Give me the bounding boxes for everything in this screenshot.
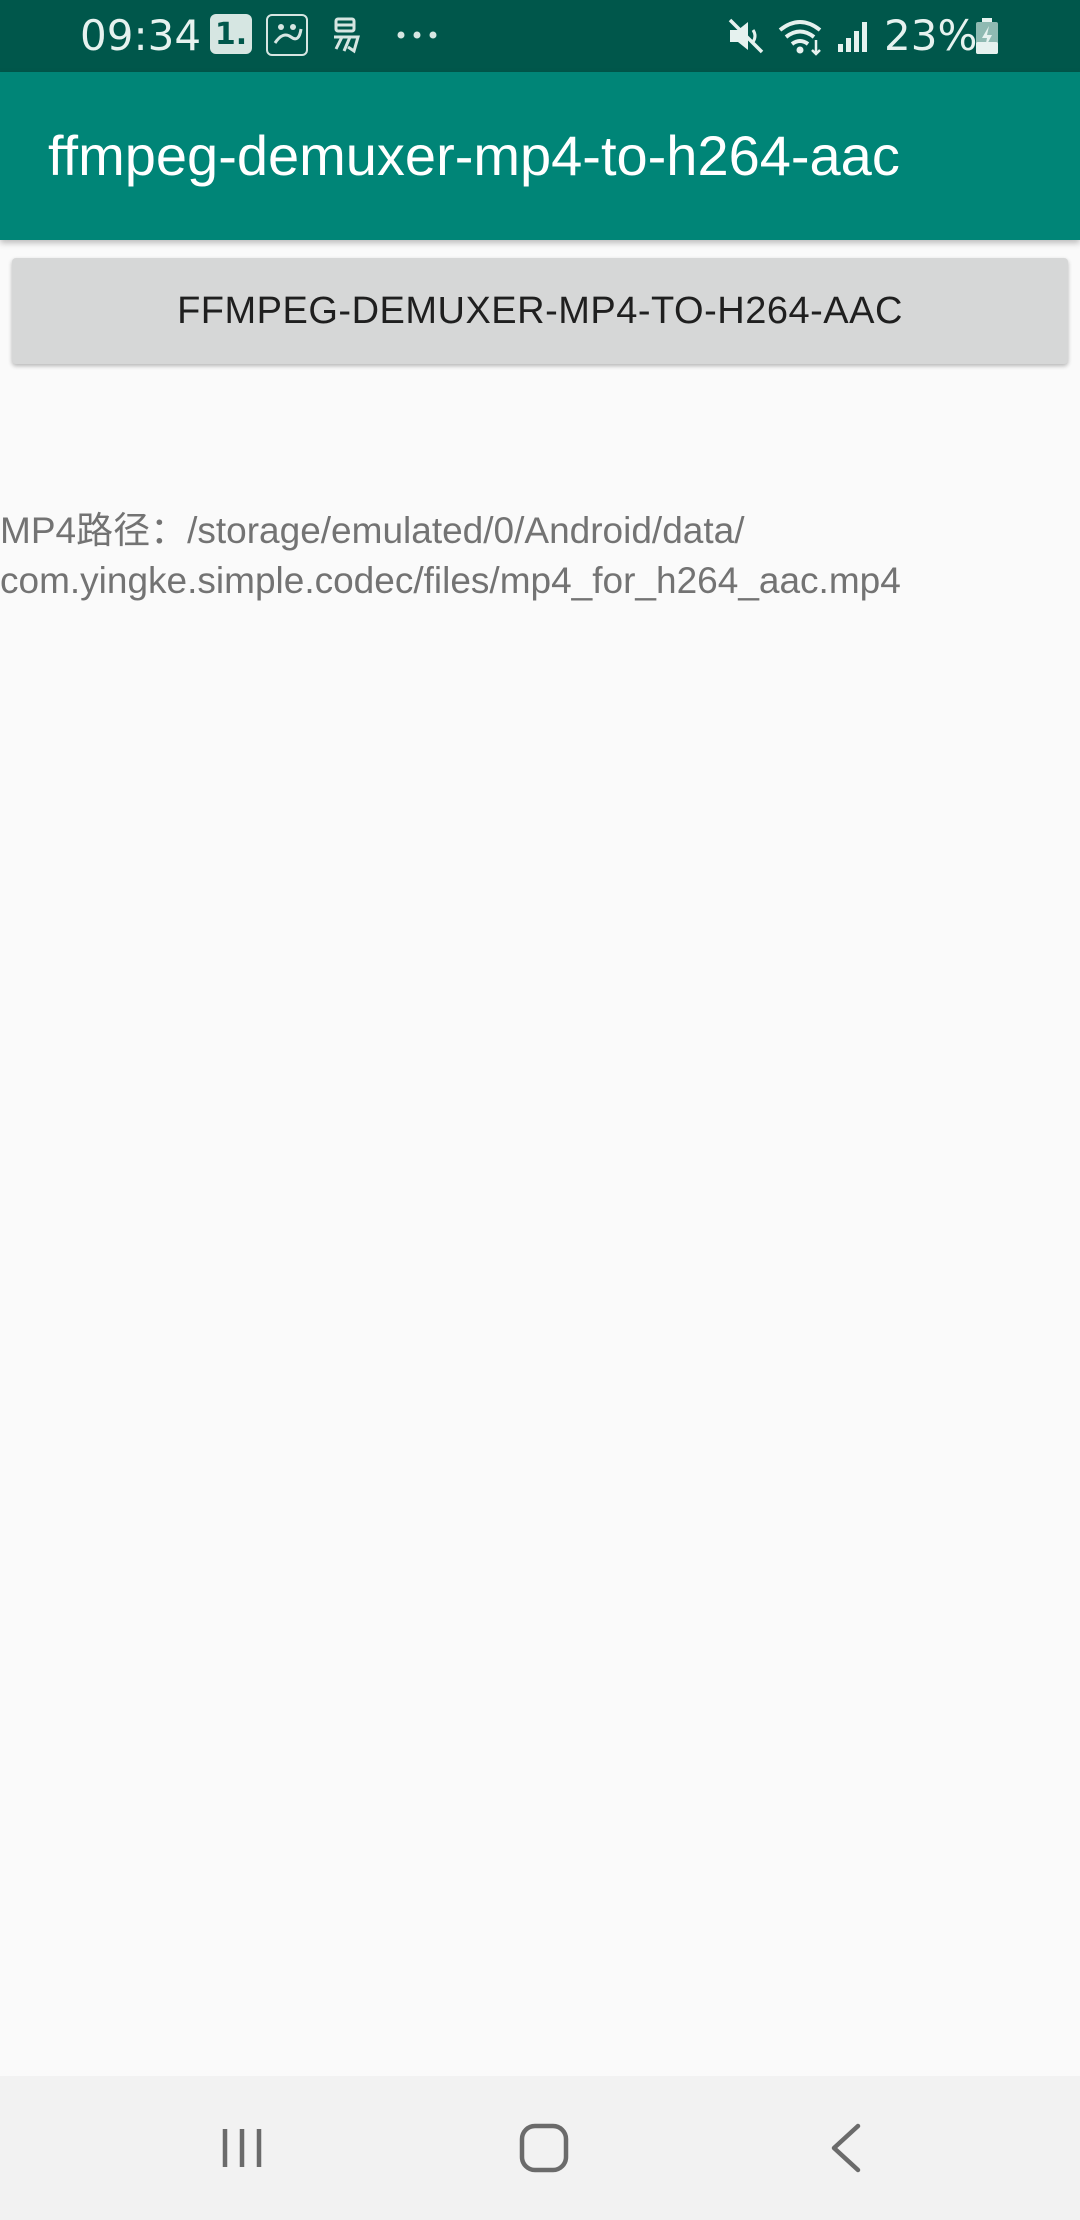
signal-icon xyxy=(834,16,874,56)
recent-apps-icon[interactable] xyxy=(202,2112,282,2184)
yi-app-icon xyxy=(326,14,366,56)
more-notifications-icon xyxy=(392,14,442,56)
screen: 09:34 1. 23% ffmpeg-demuxer-mp4-to-h264-… xyxy=(0,0,1080,2220)
navigation-bar xyxy=(0,2076,1080,2220)
home-icon[interactable] xyxy=(504,2112,584,2184)
app-title: ffmpeg-demuxer-mp4-to-h264-aac xyxy=(48,124,900,187)
status-bar: 09:34 1. 23% xyxy=(0,0,1080,72)
demux-button[interactable]: FFMPEG-DEMUXER-MP4-TO-H264-AAC xyxy=(12,258,1068,364)
status-time: 09:34 xyxy=(80,11,202,60)
battery-percent: 23% xyxy=(884,11,978,60)
app-bar: ffmpeg-demuxer-mp4-to-h264-aac xyxy=(0,72,1080,240)
mp4-path-text: MP4路径：/storage/emulated/0/Android/data/ … xyxy=(0,510,901,601)
sohu-news-icon xyxy=(266,14,308,56)
wifi-icon xyxy=(776,16,826,56)
battery-charging-icon xyxy=(974,16,1000,56)
back-icon[interactable] xyxy=(806,2112,886,2184)
notification-badge-icon: 1. xyxy=(210,14,252,54)
mute-icon xyxy=(726,16,766,56)
